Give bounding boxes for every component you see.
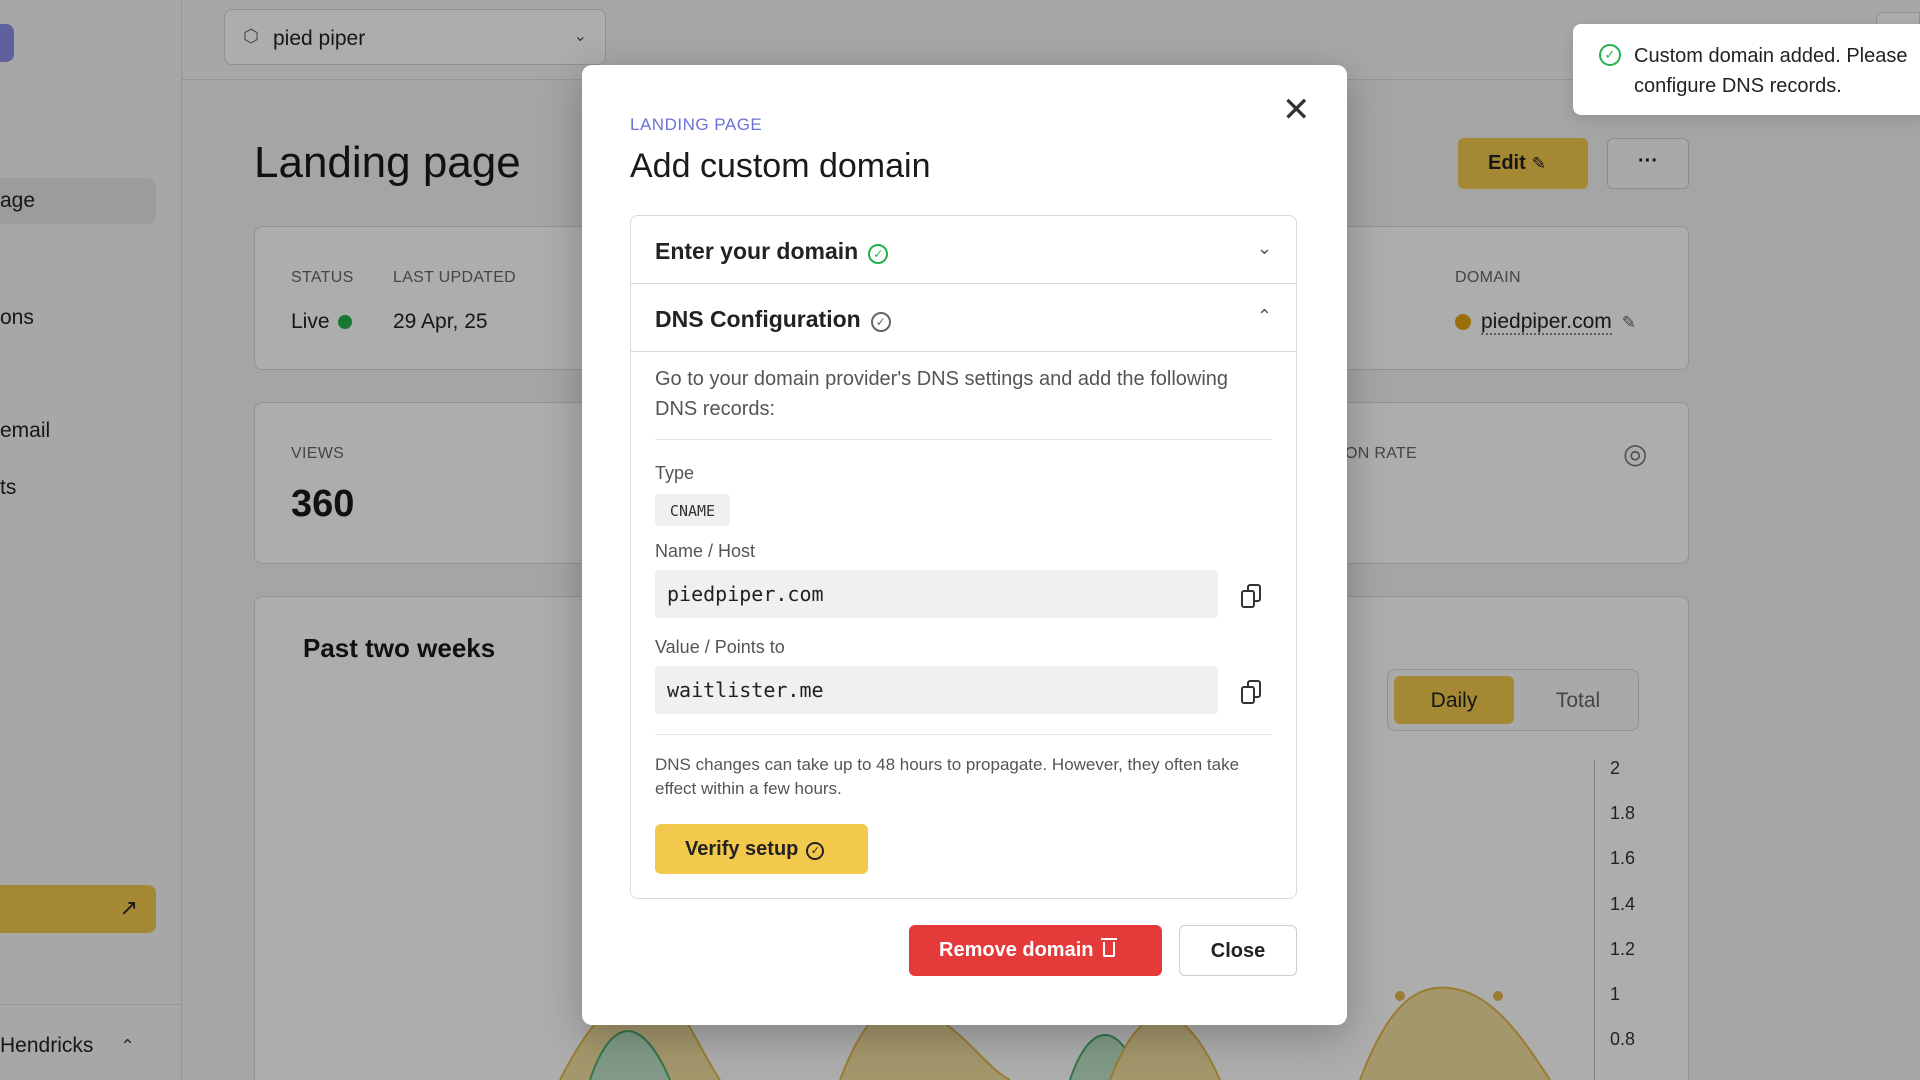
step-title-text: DNS Configuration <box>655 306 861 332</box>
name-host-field[interactable]: piedpiper.com <box>655 570 1218 618</box>
step-title-text: Enter your domain <box>655 238 859 264</box>
dns-propagation-note: DNS changes can take up to 48 hours to p… <box>655 755 1240 798</box>
success-toast: ✓ Custom domain added. Please configure … <box>1573 24 1920 115</box>
check-circle-icon: ✓ <box>1599 44 1621 66</box>
remove-domain-button[interactable]: Remove domain <box>909 925 1162 976</box>
verify-label: Verify setup <box>685 838 799 860</box>
chevron-up-icon: ⌃ <box>1256 306 1272 326</box>
name-host-label: Name / Host <box>655 541 756 561</box>
modal-title: Add custom domain <box>630 147 931 185</box>
step-title: DNS Configuration ✓ <box>655 306 891 333</box>
type-label: Type <box>655 463 695 483</box>
copy-icon[interactable] <box>1241 680 1263 704</box>
step-title: Enter your domain ✓ <box>655 238 889 265</box>
toast-message: Custom domain added. Please configure DN… <box>1634 45 1908 97</box>
add-custom-domain-modal: LANDING PAGE Add custom domain ✕ Enter y… <box>582 65 1347 1025</box>
step-dns-configuration-header[interactable]: DNS Configuration ✓ ⌃ <box>631 284 1296 352</box>
trash-icon <box>1101 938 1118 957</box>
divider <box>655 734 1272 735</box>
dns-instructions: Go to your domain provider's DNS setting… <box>655 368 1229 420</box>
close-button[interactable]: Close <box>1179 925 1297 976</box>
remove-label: Remove domain <box>939 939 1094 961</box>
check-circle-icon: ✓ <box>870 312 891 332</box>
value-points-to-field[interactable]: waitlister.me <box>655 666 1218 714</box>
domain-setup-accordion: Enter your domain ✓ ⌄ DNS Configuration ✓ … <box>630 215 1297 899</box>
value-points-to-label: Value / Points to <box>655 637 785 657</box>
check-circle-icon: ✓ <box>806 842 825 860</box>
step-enter-domain-header[interactable]: Enter your domain ✓ ⌄ <box>631 216 1296 284</box>
copy-icon[interactable] <box>1241 584 1263 608</box>
record-type-chip: CNAME <box>655 494 730 526</box>
modal-eyebrow: LANDING PAGE <box>630 115 763 134</box>
chevron-down-icon: ⌄ <box>1256 238 1272 258</box>
close-icon[interactable]: ✕ <box>1282 93 1311 127</box>
verify-setup-button[interactable]: Verify setup ✓ <box>655 824 868 874</box>
check-circle-icon: ✓ <box>868 244 889 264</box>
divider <box>655 439 1272 440</box>
